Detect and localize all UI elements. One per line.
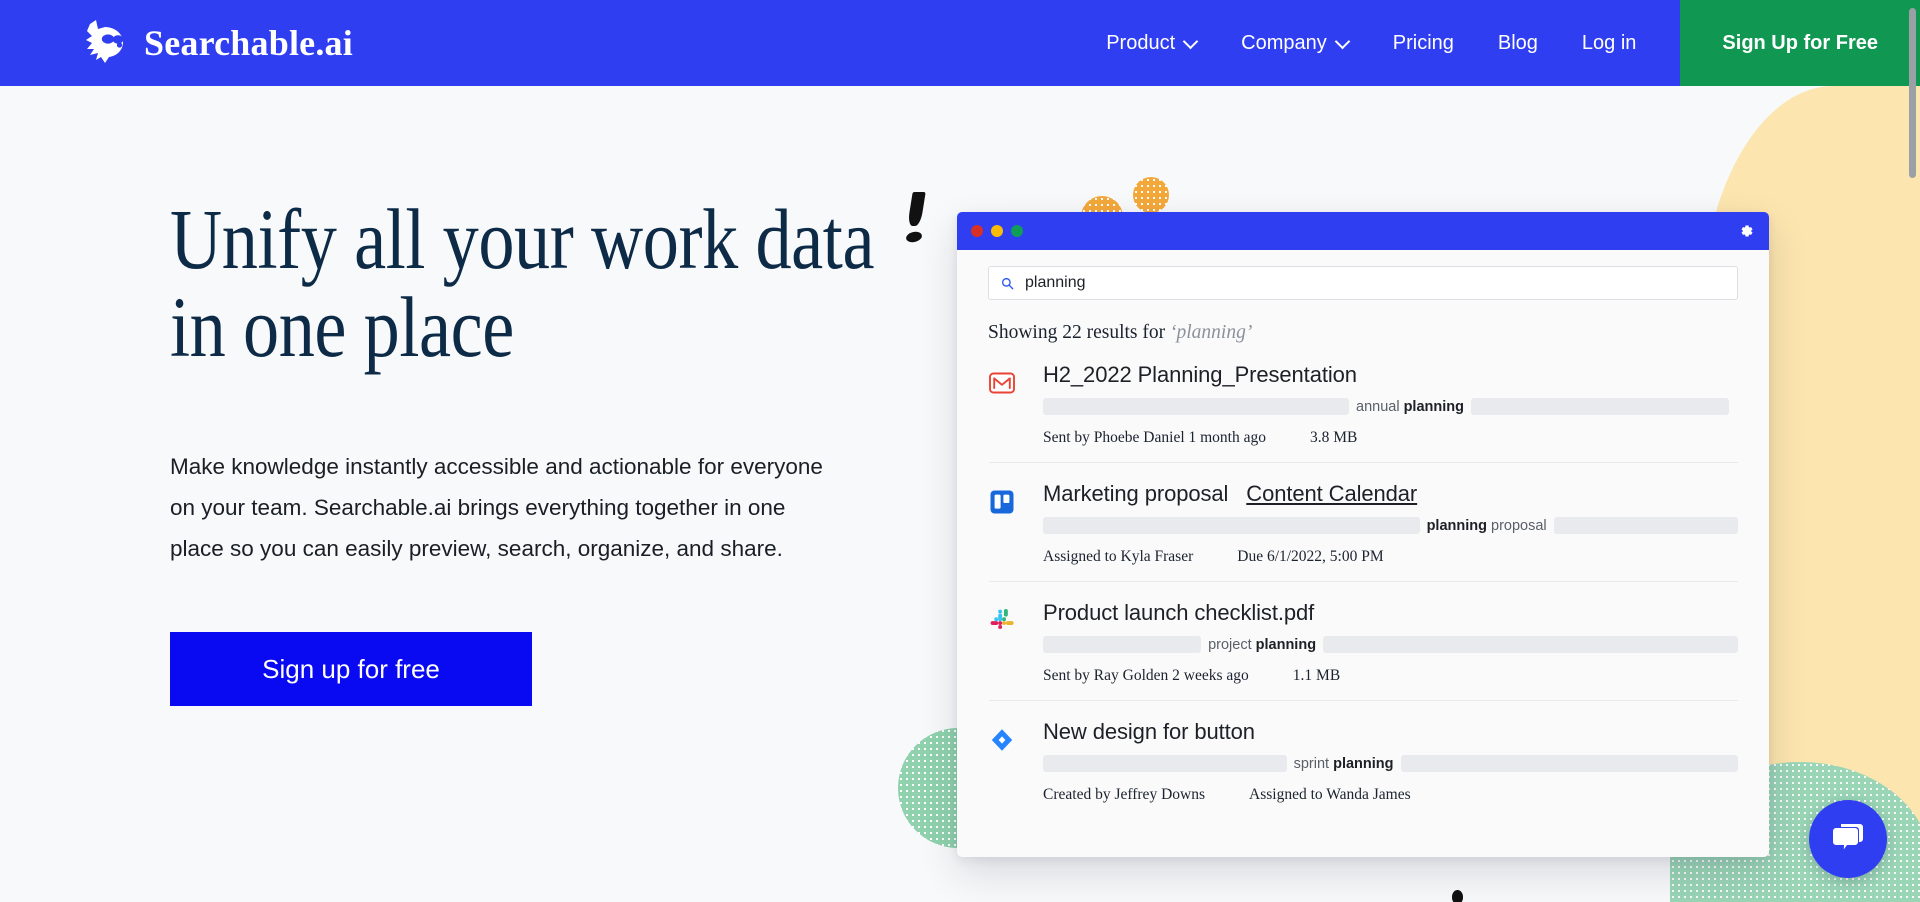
result-title[interactable]: H2_2022 Planning_Presentation — [1043, 362, 1738, 388]
result-meta-1: Assigned to Wanda James — [1249, 786, 1411, 803]
table-row[interactable]: Product launch checklist.pdf project pla… — [989, 582, 1738, 701]
snippet-text: planning proposal — [1426, 517, 1547, 534]
app-preview-window: planning Showing 22 results for ‘plannin… — [957, 212, 1769, 857]
snippet-bar-right — [1323, 636, 1738, 653]
result-snippet: project planning — [1043, 636, 1738, 653]
snippet-bar-left — [1043, 517, 1420, 534]
page-title: Unify all your work data in one place — [170, 191, 875, 375]
nav-item-company[interactable]: Company — [1219, 0, 1371, 86]
slack-icon — [989, 600, 1043, 685]
signup-for-free-button[interactable]: Sign Up for Free — [1680, 0, 1920, 86]
result-meta: Assigned to Kyla Fraser Due 6/1/2022, 5:… — [1043, 548, 1738, 566]
nav-item-product[interactable]: Product — [1084, 0, 1219, 86]
chat-bubbles-icon — [1828, 817, 1868, 862]
window-title-bar — [957, 212, 1769, 250]
nav-item-blog[interactable]: Blog — [1476, 0, 1560, 86]
results-count-prefix: Showing 22 results for — [988, 322, 1170, 343]
minimize-window-icon[interactable] — [991, 225, 1003, 237]
hero-signup-button[interactable]: Sign up for free — [170, 632, 532, 707]
table-row[interactable]: Marketing proposal Content Calendar plan… — [989, 463, 1738, 582]
result-meta-0: Assigned to Kyla Fraser — [1043, 548, 1194, 565]
nav-item-pricing[interactable]: Pricing — [1371, 0, 1476, 86]
nav-item-blog-label: Blog — [1497, 32, 1538, 54]
result-meta: Created by Jeffrey Downs Assigned to Wan… — [1043, 786, 1738, 804]
result-title-text: H2_2022 Planning_Presentation — [1043, 362, 1357, 387]
result-title[interactable]: Marketing proposal Content Calendar — [1043, 481, 1738, 507]
result-snippet: sprint planning — [1043, 755, 1738, 772]
result-snippet: planning proposal — [1043, 517, 1738, 534]
nav-item-product-label: Product — [1106, 32, 1176, 54]
trello-icon — [989, 481, 1043, 566]
nav-item-login[interactable]: Log in — [1560, 0, 1659, 86]
snippet-bar-right — [1400, 755, 1738, 772]
results-count: Showing 22 results for ‘planning’ — [988, 322, 1738, 344]
result-body: H2_2022 Planning_Presentation annual pla… — [1043, 362, 1738, 447]
small-ink-mark-decoration — [1452, 890, 1463, 902]
jira-icon — [989, 719, 1043, 804]
snippet-text: sprint planning — [1293, 755, 1394, 772]
maximize-window-icon[interactable] — [1011, 225, 1023, 237]
result-meta-0: Sent by Phoebe Daniel 1 month ago — [1043, 429, 1266, 446]
dog-sunglasses-logo-icon — [74, 18, 130, 68]
hero-content: Unify all your work data in one place Ma… — [170, 195, 875, 707]
nav-item-pricing-label: Pricing — [1392, 32, 1454, 54]
logo-text: Searchable.ai — [144, 23, 353, 63]
search-icon — [1001, 277, 1014, 290]
result-meta: Sent by Ray Golden 2 weeks ago 1.1 MB — [1043, 667, 1738, 685]
result-title-text: Product launch checklist.pdf — [1043, 600, 1315, 625]
site-header: Searchable.ai Product Company Pricing Bl… — [0, 0, 1920, 86]
nav-item-company-label: Company — [1241, 32, 1327, 54]
snippet-bar-left — [1043, 398, 1349, 415]
result-snippet: annual planning — [1043, 398, 1738, 415]
snippet-bar-left — [1043, 636, 1202, 653]
table-row[interactable]: New design for button sprint planning Cr… — [989, 701, 1738, 819]
search-input[interactable]: planning — [988, 266, 1738, 300]
result-title-text: Marketing proposal — [1043, 481, 1229, 506]
result-title-text: New design for button — [1043, 719, 1255, 744]
result-meta-0: Created by Jeffrey Downs — [1043, 786, 1205, 803]
result-meta-1: Due 6/1/2022, 5:00 PM — [1237, 548, 1384, 565]
snippet-text: annual planning — [1356, 398, 1464, 415]
result-body: Product launch checklist.pdf project pla… — [1043, 600, 1738, 685]
chat-widget-button[interactable] — [1809, 800, 1887, 878]
snippet-text: project planning — [1208, 636, 1317, 653]
search-input-value: planning — [1025, 274, 1086, 291]
snippet-bar-left — [1043, 755, 1287, 772]
snippet-bar-right — [1471, 398, 1729, 415]
table-row[interactable]: H2_2022 Planning_Presentation annual pla… — [989, 344, 1738, 463]
exclamation-mark-icon — [905, 192, 926, 244]
window-controls — [971, 225, 1023, 237]
chevron-down-icon — [1184, 35, 1197, 48]
results-count-query: ‘planning’ — [1170, 322, 1253, 343]
page-scrollbar-thumb[interactable] — [1909, 8, 1916, 178]
chevron-down-icon — [1336, 35, 1349, 48]
hero-subtext: Make knowledge instantly accessible and … — [170, 454, 823, 562]
snippet-bar-right — [1553, 517, 1738, 534]
result-title-link[interactable]: Content Calendar — [1246, 481, 1417, 507]
gmail-icon — [989, 362, 1043, 447]
close-window-icon[interactable] — [971, 225, 983, 237]
main-navigation: Product Company Pricing Blog Log in Sign… — [1084, 0, 1920, 86]
result-title[interactable]: New design for button — [1043, 719, 1738, 745]
nav-item-login-label: Log in — [1581, 32, 1637, 54]
orange-dotted-circle-icon — [1133, 177, 1169, 213]
result-meta-1: 1.1 MB — [1292, 667, 1341, 684]
gear-icon[interactable] — [1737, 222, 1755, 240]
result-title[interactable]: Product launch checklist.pdf — [1043, 600, 1738, 626]
logo[interactable]: Searchable.ai — [74, 18, 353, 68]
result-meta-0: Sent by Ray Golden 2 weeks ago — [1043, 667, 1249, 684]
landing-page: Searchable.ai Product Company Pricing Bl… — [0, 0, 1920, 902]
window-body: planning Showing 22 results for ‘plannin… — [957, 250, 1769, 819]
result-meta-1: 3.8 MB — [1310, 429, 1358, 446]
result-body: Marketing proposal Content Calendar plan… — [1043, 481, 1738, 566]
result-meta: Sent by Phoebe Daniel 1 month ago 3.8 MB — [1043, 429, 1738, 447]
result-body: New design for button sprint planning Cr… — [1043, 719, 1738, 804]
